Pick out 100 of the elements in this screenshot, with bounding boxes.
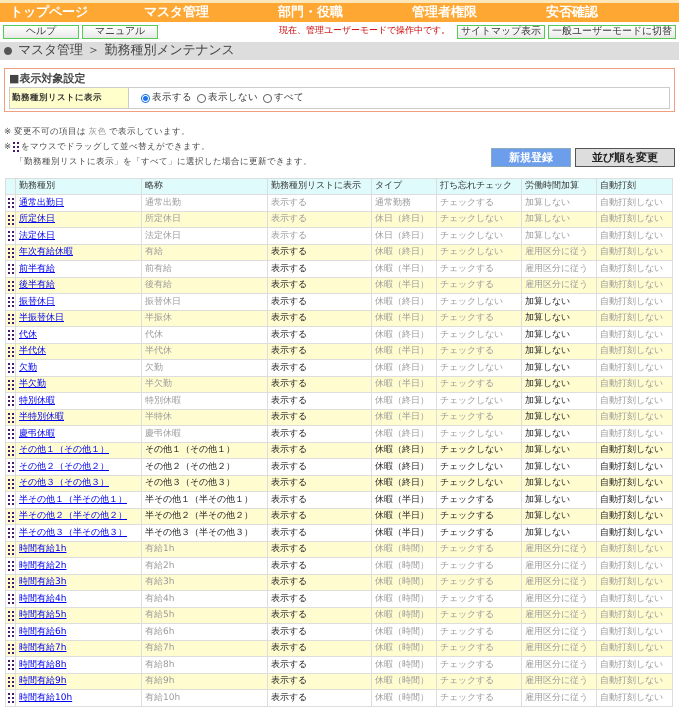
drag-handle-icon[interactable] <box>8 412 14 422</box>
reorder-button[interactable]: 並び順を変更 <box>575 148 675 168</box>
drag-handle-icon[interactable] <box>8 561 14 571</box>
work-type-link[interactable]: 特別休暇 <box>19 396 55 406</box>
column-header: タイプ <box>372 178 436 195</box>
table-cell: 雇用区分に従う <box>522 558 596 574</box>
table-cell: 表示する <box>268 590 372 608</box>
drag-handle-icon[interactable] <box>8 578 14 588</box>
table-cell: 表示する <box>268 492 372 508</box>
table-cell: チェックしない <box>436 426 522 442</box>
drag-handle-icon[interactable] <box>8 693 14 703</box>
nav-button[interactable]: ヘルプ <box>3 25 79 39</box>
table-cell: 表示する <box>268 360 372 376</box>
drag-handle-icon[interactable] <box>8 644 14 654</box>
note-text: ※ 変更不可の項目は 灰色 で表示しています。 <box>4 126 192 139</box>
table-cell: 休暇（終日） <box>372 326 436 344</box>
drag-handle-icon[interactable] <box>8 594 14 604</box>
work-type-link[interactable]: 欠勤 <box>19 362 37 372</box>
table-cell: 加算しない <box>522 392 596 410</box>
drag-handle-icon[interactable] <box>8 512 14 522</box>
work-type-link[interactable]: 所定休日 <box>19 214 55 224</box>
table-cell: 表示する <box>268 294 372 310</box>
table-cell: 半その他３（半その他３） <box>142 524 268 542</box>
drag-handle-icon[interactable] <box>8 363 14 373</box>
table-cell: 表示する <box>268 624 372 640</box>
note-text: をマウスでドラッグして並べ替えができます。 <box>21 140 210 154</box>
drag-handle-icon[interactable] <box>8 330 14 340</box>
table-cell: 自動打刻しない <box>596 326 672 344</box>
table-cell: 表示する <box>268 656 372 674</box>
nav-button[interactable]: サイトマップ表示 <box>457 25 545 39</box>
table-cell: 自動打刻しない <box>596 426 672 442</box>
drag-handle-icon[interactable] <box>8 231 14 241</box>
table-cell: チェックしない <box>436 326 522 344</box>
table-cell: 加算しない <box>522 360 596 376</box>
drag-handle-icon[interactable] <box>8 660 14 670</box>
work-type-link[interactable]: 法定休日 <box>19 230 55 240</box>
drag-handle-icon[interactable] <box>8 462 14 472</box>
drag-handle-icon[interactable] <box>8 396 14 406</box>
table-cell: 休暇（時間） <box>372 690 436 706</box>
filter-label: 勤務種別リストに表示 <box>10 88 129 108</box>
drag-handle-icon[interactable] <box>8 446 14 456</box>
drag-handle-icon[interactable] <box>13 142 20 152</box>
table-cell: 自動打刻しない <box>596 690 672 706</box>
work-type-link[interactable]: 代休 <box>19 330 37 340</box>
drag-handle-icon[interactable] <box>8 198 14 208</box>
work-type-link[interactable]: 半代休 <box>19 346 46 356</box>
table-cell: 有給8h <box>142 656 268 674</box>
drag-handle-icon[interactable] <box>8 280 14 290</box>
drag-handle-icon[interactable] <box>8 346 14 356</box>
table-cell: 休日（終日） <box>372 228 436 244</box>
column-header: 略称 <box>142 178 268 195</box>
table-cell: チェックする <box>436 492 522 508</box>
table-cell: チェックする <box>436 690 522 706</box>
table-cell: 自動打刻しない <box>596 260 672 278</box>
column-header: 自動打刻 <box>596 178 672 195</box>
table-cell: 雇用区分に従う <box>522 590 596 608</box>
table-cell: 有給6h <box>142 624 268 640</box>
drag-handle-icon[interactable] <box>8 627 14 637</box>
drag-handle-icon[interactable] <box>8 248 14 258</box>
work-type-link[interactable]: 振替休日 <box>19 296 55 306</box>
table-cell: 振替休日 <box>142 294 268 310</box>
table-cell: チェックしない <box>436 392 522 410</box>
filter-title: ■表示対象設定 <box>9 71 86 87</box>
radio-option[interactable]: すべて <box>263 90 304 106</box>
drag-handle-icon[interactable] <box>8 610 14 620</box>
work-type-link[interactable]: 半欠勤 <box>19 379 46 389</box>
table-cell: 自動打刻しない <box>596 524 672 542</box>
work-type-link[interactable]: 後半有給 <box>19 280 55 290</box>
drag-handle-icon[interactable] <box>8 297 14 307</box>
table-cell: 有給4h <box>142 590 268 608</box>
drag-handle-icon[interactable] <box>8 429 14 439</box>
drag-handle-icon[interactable] <box>8 214 14 224</box>
drag-handle-icon[interactable] <box>8 380 14 390</box>
drag-handle-icon[interactable] <box>8 264 14 274</box>
table-cell: 表示する <box>268 326 372 344</box>
table-cell: 加算しない <box>522 194 596 212</box>
table-cell: 休暇（半日） <box>372 260 436 278</box>
drag-handle-icon[interactable] <box>8 676 14 686</box>
nav-button[interactable]: マニュアル <box>82 25 158 39</box>
table-cell: 休暇（時間） <box>372 624 436 640</box>
work-type-link[interactable]: 慶弔休暇 <box>19 428 55 438</box>
work-type-link[interactable]: 前半有給 <box>19 264 55 274</box>
table-cell: 通常勤務 <box>372 194 436 212</box>
table-cell: 表示する <box>268 458 372 476</box>
table-cell: 休暇（終日） <box>372 458 436 476</box>
table-cell: 雇用区分に従う <box>522 624 596 640</box>
drag-handle-icon[interactable] <box>8 528 14 538</box>
table-cell: 休暇（半日） <box>372 524 436 542</box>
table-cell: 代休 <box>142 326 268 344</box>
nav-button[interactable]: 一般ユーザーモードに切替 <box>548 25 676 39</box>
drag-handle-icon[interactable] <box>8 544 14 554</box>
radio-option[interactable]: 表示しない <box>197 90 258 106</box>
table-cell: 雇用区分に従う <box>522 690 596 706</box>
table-cell: その他２（その他２） <box>142 458 268 476</box>
table-cell: 自動打刻しない <box>596 558 672 574</box>
table-cell: 法定休日 <box>142 228 268 244</box>
drag-handle-icon[interactable] <box>8 495 14 505</box>
drag-handle-icon[interactable] <box>8 314 14 324</box>
drag-handle-icon[interactable] <box>8 478 14 488</box>
radio-option[interactable]: 表示する <box>141 90 192 106</box>
